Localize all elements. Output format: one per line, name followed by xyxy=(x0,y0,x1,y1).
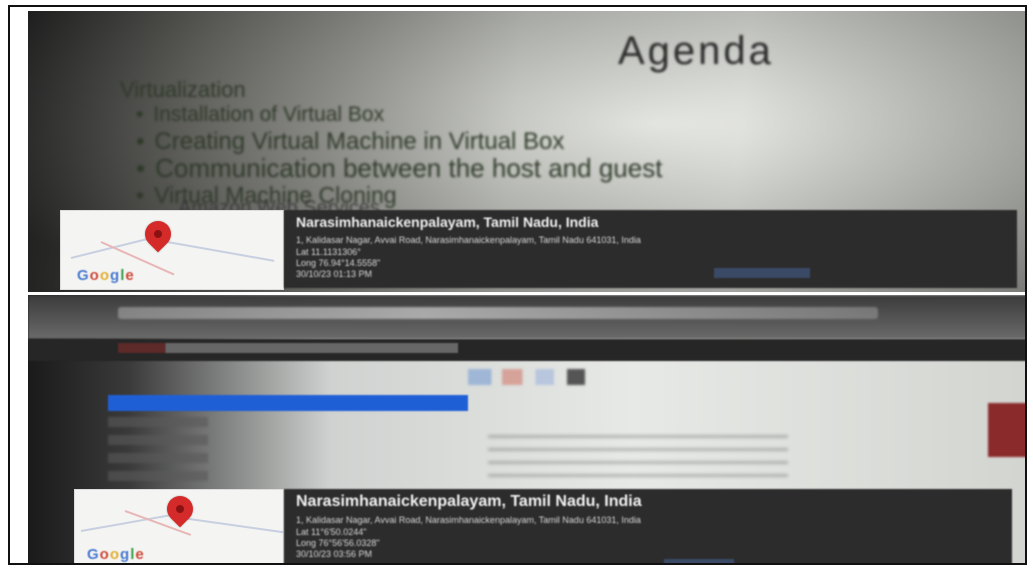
address-text: 1, Kalidasar Nagar, Avvai Road, Narasimh… xyxy=(296,235,641,245)
location-info-box: Narasimhanaickenpalayam, Tamil Nadu, Ind… xyxy=(284,489,1012,563)
slide-title: Agenda xyxy=(618,29,774,73)
list-row xyxy=(108,471,208,481)
selected-list-row xyxy=(108,395,468,411)
map-road xyxy=(80,512,180,532)
list-row xyxy=(108,417,208,427)
map-pin-icon xyxy=(161,490,199,528)
map-thumbnail: Google xyxy=(74,489,284,563)
red-panel xyxy=(988,403,1025,457)
geotag-overlay-bottom: Google Narasimhanaickenpalayam, Tamil Na… xyxy=(74,489,1012,563)
longitude-text: Long 76°56'56.0328" xyxy=(296,538,380,548)
map-road xyxy=(174,516,283,534)
latitude-text: Lat 11°6'50.0244" xyxy=(296,527,367,537)
app-menu-bar xyxy=(28,339,1025,361)
geotag-overlay-top: Google Narasimhanaickenpalayam, Tamil Na… xyxy=(60,210,1017,290)
slide-bullet-list: Installation of Virtual Box Creating Vir… xyxy=(136,101,662,209)
menu-bar-text xyxy=(118,343,458,353)
address-text: 1, Kalidasar Nagar, Avvai Road, Narasimh… xyxy=(296,515,641,525)
longitude-text: Long 76.94°14.5558" xyxy=(296,258,381,268)
datetime-text: 30/10/23 03:56 PM xyxy=(296,549,373,559)
google-logo: Google xyxy=(77,267,135,284)
list-row xyxy=(108,435,208,445)
map-thumbnail: Google xyxy=(60,210,284,290)
info-accent-bar xyxy=(714,268,810,278)
place-name: Narasimhanaickenpalayam, Tamil Nadu, Ind… xyxy=(296,493,642,510)
place-name: Narasimhanaickenpalayam, Tamil Nadu, Ind… xyxy=(296,214,599,230)
photo-collage: Agenda Virtualization Installation of Vi… xyxy=(8,5,1027,565)
map-pin-icon xyxy=(139,215,177,253)
location-info-box: Narasimhanaickenpalayam, Tamil Nadu, Ind… xyxy=(284,210,1017,288)
datetime-text: 30/10/23 01:13 PM xyxy=(296,269,373,279)
screen-content-lines xyxy=(488,425,788,485)
map-road xyxy=(155,239,275,262)
slide-bullet: Communication between the host and guest xyxy=(136,155,662,182)
list-row xyxy=(108,453,208,463)
browser-tab-bar xyxy=(28,295,1025,339)
google-logo: Google xyxy=(87,546,145,563)
slide-bullet: Installation of Virtual Box xyxy=(136,101,662,128)
slide-bullet: Creating Virtual Machine in Virtual Box xyxy=(136,128,662,155)
slide-heading: Virtualization xyxy=(120,77,246,102)
latitude-text: Lat 11.1131306° xyxy=(296,247,361,257)
info-accent-bar xyxy=(664,559,734,563)
toolbar-icons xyxy=(468,369,598,385)
browser-tabs xyxy=(118,307,878,319)
